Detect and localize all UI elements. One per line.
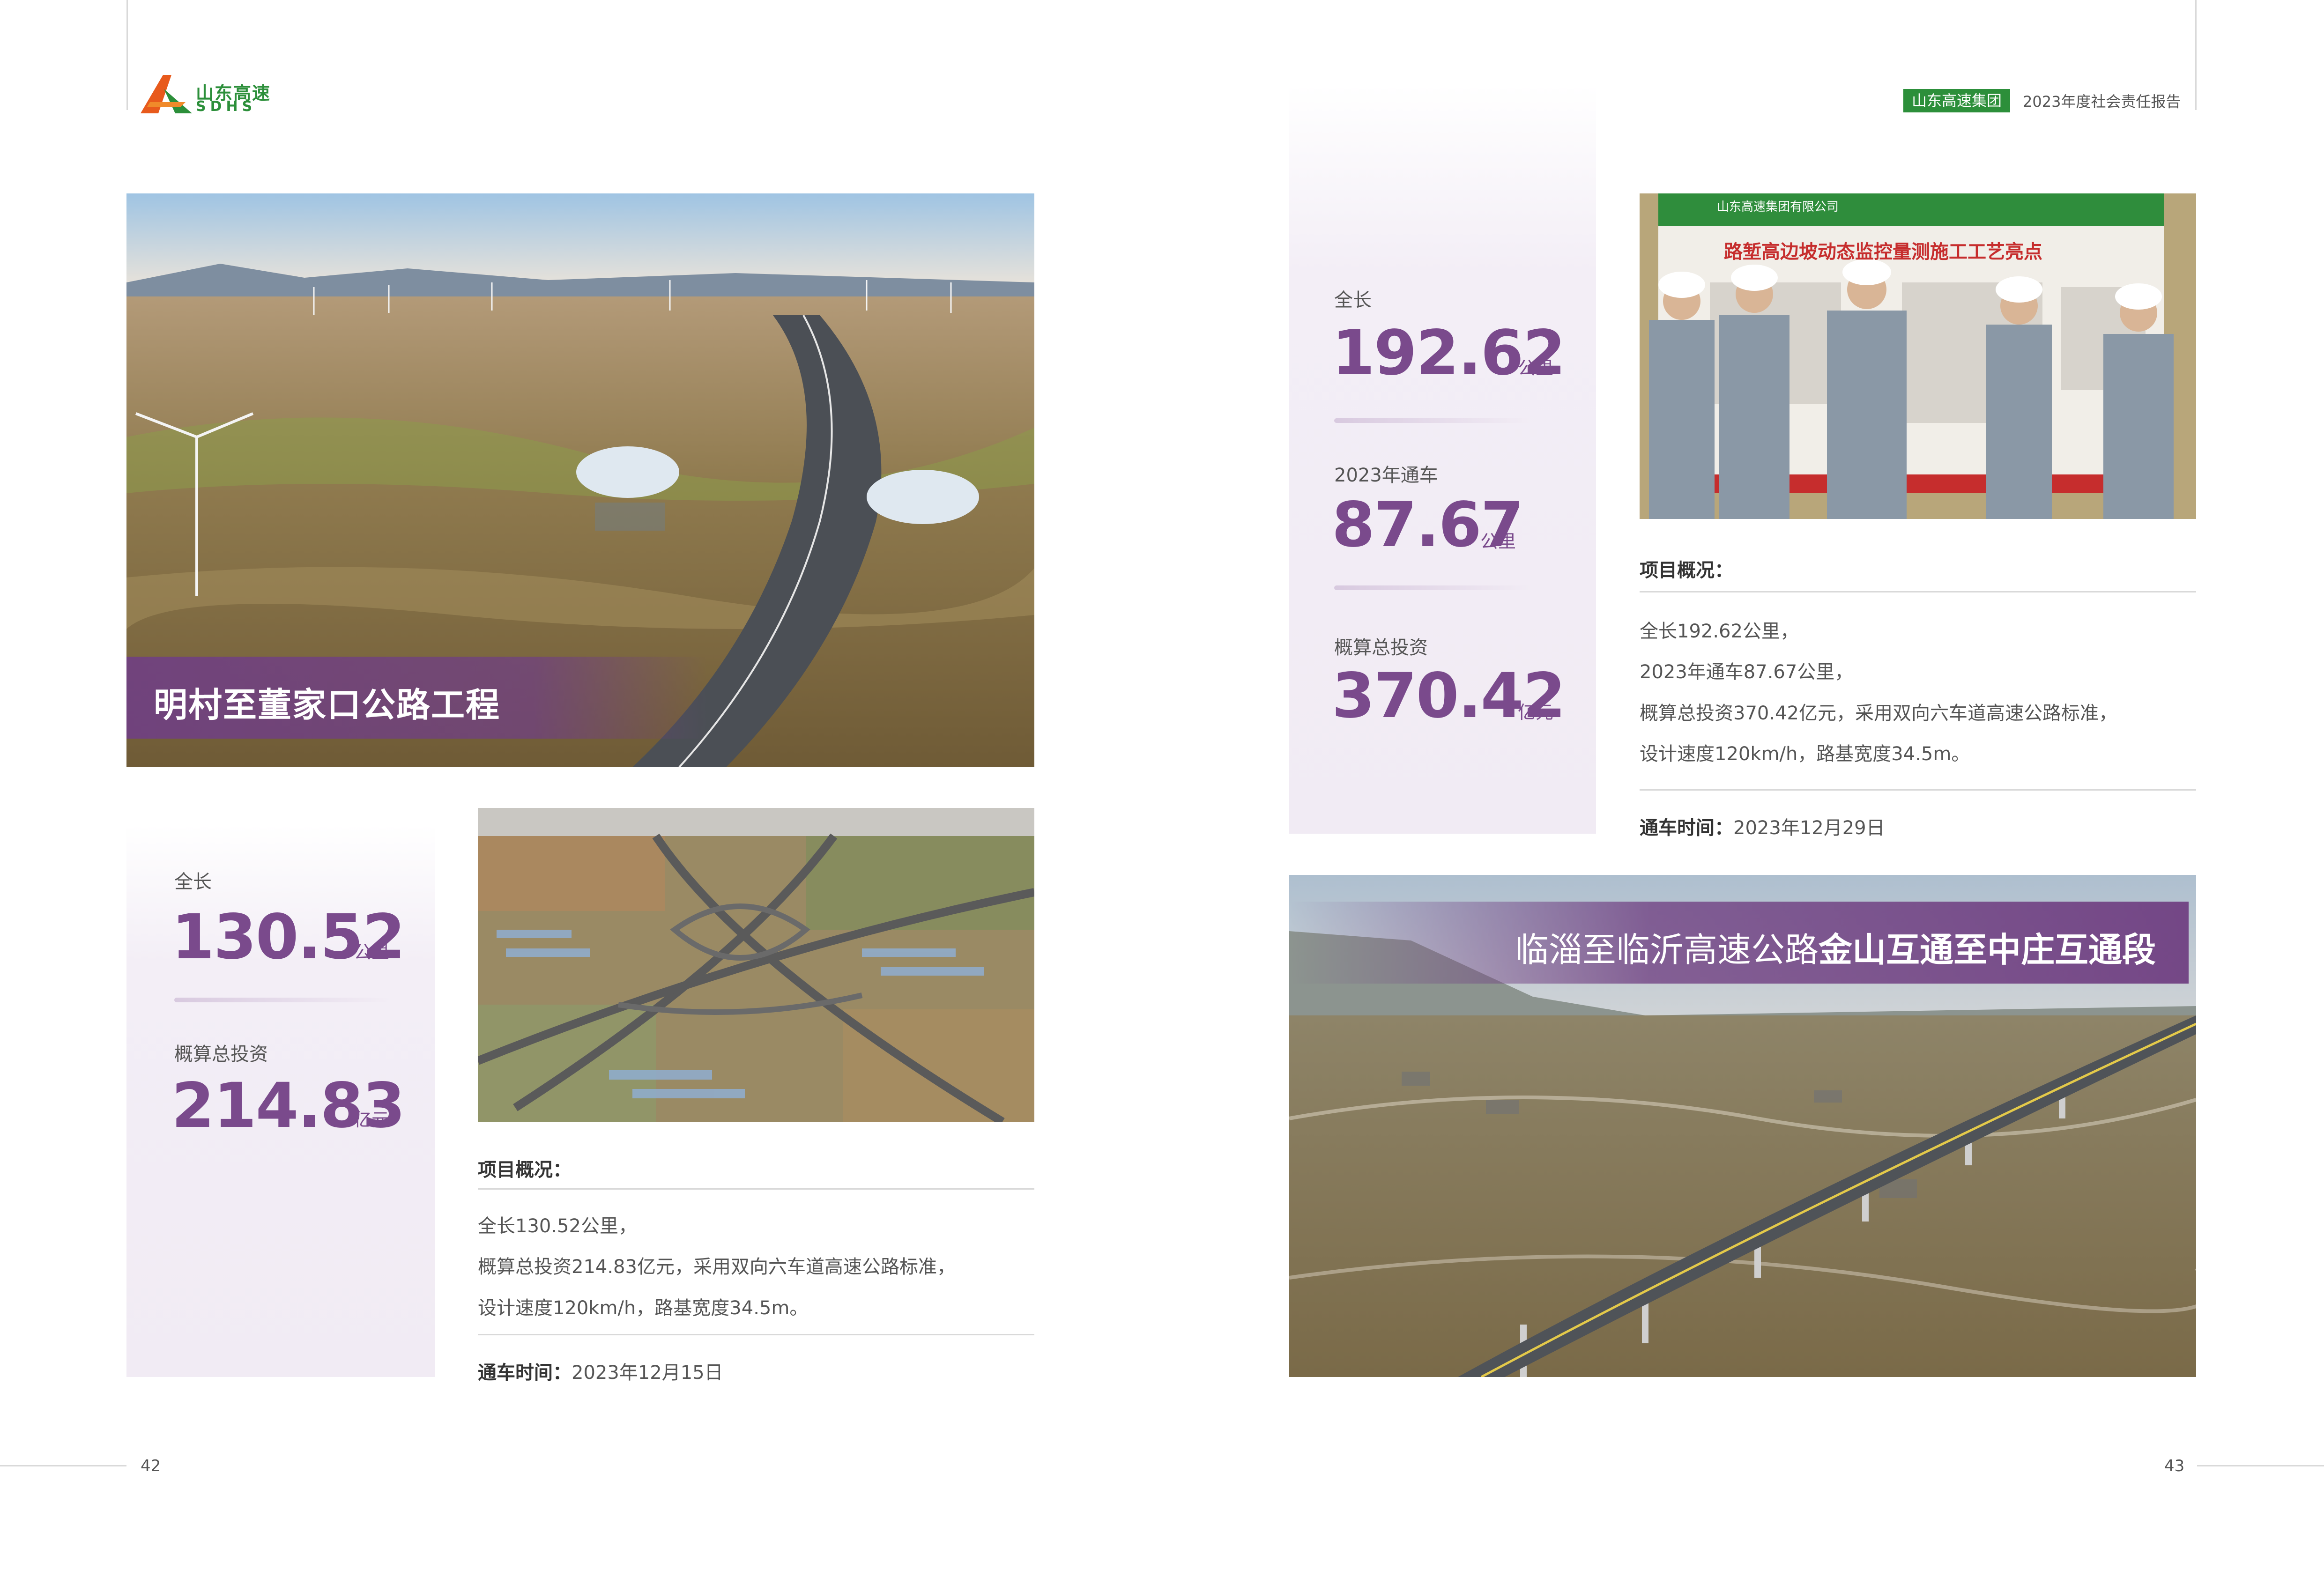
- project2-overview-line: 全长192.62公里，: [1640, 621, 1799, 642]
- project2-opened-label: 2023年通车: [1334, 465, 1438, 486]
- signboard-company: 山东高速集团有限公司: [1717, 200, 1839, 214]
- project1-title: 明村至董家口公路工程: [154, 685, 501, 725]
- group-badge: 山东高速集团: [1903, 89, 2011, 112]
- stat-divider: [174, 998, 390, 1002]
- project2-title: 临淄至临沂高速公路金山互通至中庄互通段: [1515, 922, 2156, 971]
- project1-open-label: 通车时间：: [478, 1362, 572, 1384]
- page-frame-line: [126, 0, 128, 110]
- project1-open-value: 2023年12月15日: [572, 1362, 723, 1384]
- site-inspection-photo: 山东高速集团有限公司 路堑高边坡动态监控量测施工工艺亮点: [1640, 193, 2196, 519]
- project1-investment-label: 概算总投资: [174, 1044, 268, 1065]
- overview-rule: [478, 1334, 1034, 1335]
- project1-overview-heading: 项目概况：: [478, 1159, 572, 1181]
- project1-open-date: 通车时间：2023年12月15日: [478, 1357, 723, 1385]
- project1-length-label: 全长: [174, 871, 212, 893]
- project2-open-date: 通车时间：2023年12月29日: [1640, 813, 1885, 840]
- overview-rule: [1640, 789, 2196, 791]
- project2-overview-line: 2023年通车87.67公里，: [1640, 661, 1854, 683]
- project2-overview-line: 设计速度120km/h，路基宽度34.5m。: [1640, 743, 1970, 765]
- interchange-aerial-photo: [478, 808, 1034, 1122]
- project2-opened-unit: 公里: [1480, 531, 1516, 552]
- project1-investment-unit: 亿元: [354, 1110, 390, 1130]
- project2-investment-unit: 亿元: [1518, 702, 1554, 723]
- overview-rule: [478, 1188, 1034, 1190]
- stat-divider: [1334, 418, 1531, 423]
- project2-title-banner: 临淄至临沂高速公路金山互通至中庄互通段: [1289, 902, 2189, 984]
- project1-overview-line: 概算总投资214.83亿元，采用双向六车道高速公路标准，: [478, 1256, 956, 1278]
- project2-title-prefix: 临淄至临沂高速公路: [1515, 930, 1819, 970]
- project1-overview-line: 全长130.52公里，: [478, 1215, 637, 1237]
- stat-divider: [1334, 585, 1531, 590]
- project2-investment-label: 概算总投资: [1334, 637, 1428, 659]
- project1-length-unit: 公里: [354, 942, 390, 962]
- project1-overview-line: 设计速度120km/h，路基宽度34.5m。: [478, 1297, 809, 1319]
- report-title: 2023年度社会责任报告: [2023, 93, 2181, 111]
- project2-length-label: 全长: [1334, 289, 1372, 311]
- project2-overview-line: 概算总投资370.42亿元，采用双向六车道高速公路标准，: [1640, 703, 2117, 724]
- project2-open-value: 2023年12月29日: [1733, 817, 1885, 839]
- sdhs-logo-icon: [141, 75, 192, 113]
- page-number-left: 42: [141, 1457, 161, 1475]
- project1-title-banner: 明村至董家口公路工程: [126, 657, 707, 739]
- page-frame-line: [2195, 0, 2197, 110]
- project2-title-bold: 金山互通至中庄互通段: [1818, 930, 2156, 970]
- page-number-right: 43: [2164, 1457, 2185, 1475]
- footer-rule-right: [2197, 1465, 2324, 1466]
- project2-open-label: 通车时间：: [1640, 817, 1733, 839]
- logo-text-en: SDHS: [196, 98, 257, 115]
- project2-overview-heading: 项目概况：: [1640, 560, 1733, 581]
- signboard-title: 路堑高边坡动态监控量测施工工艺亮点: [1724, 241, 2042, 263]
- overview-rule: [1640, 591, 2196, 592]
- footer-rule-left: [0, 1465, 126, 1466]
- project2-length-unit: 公里: [1518, 358, 1554, 378]
